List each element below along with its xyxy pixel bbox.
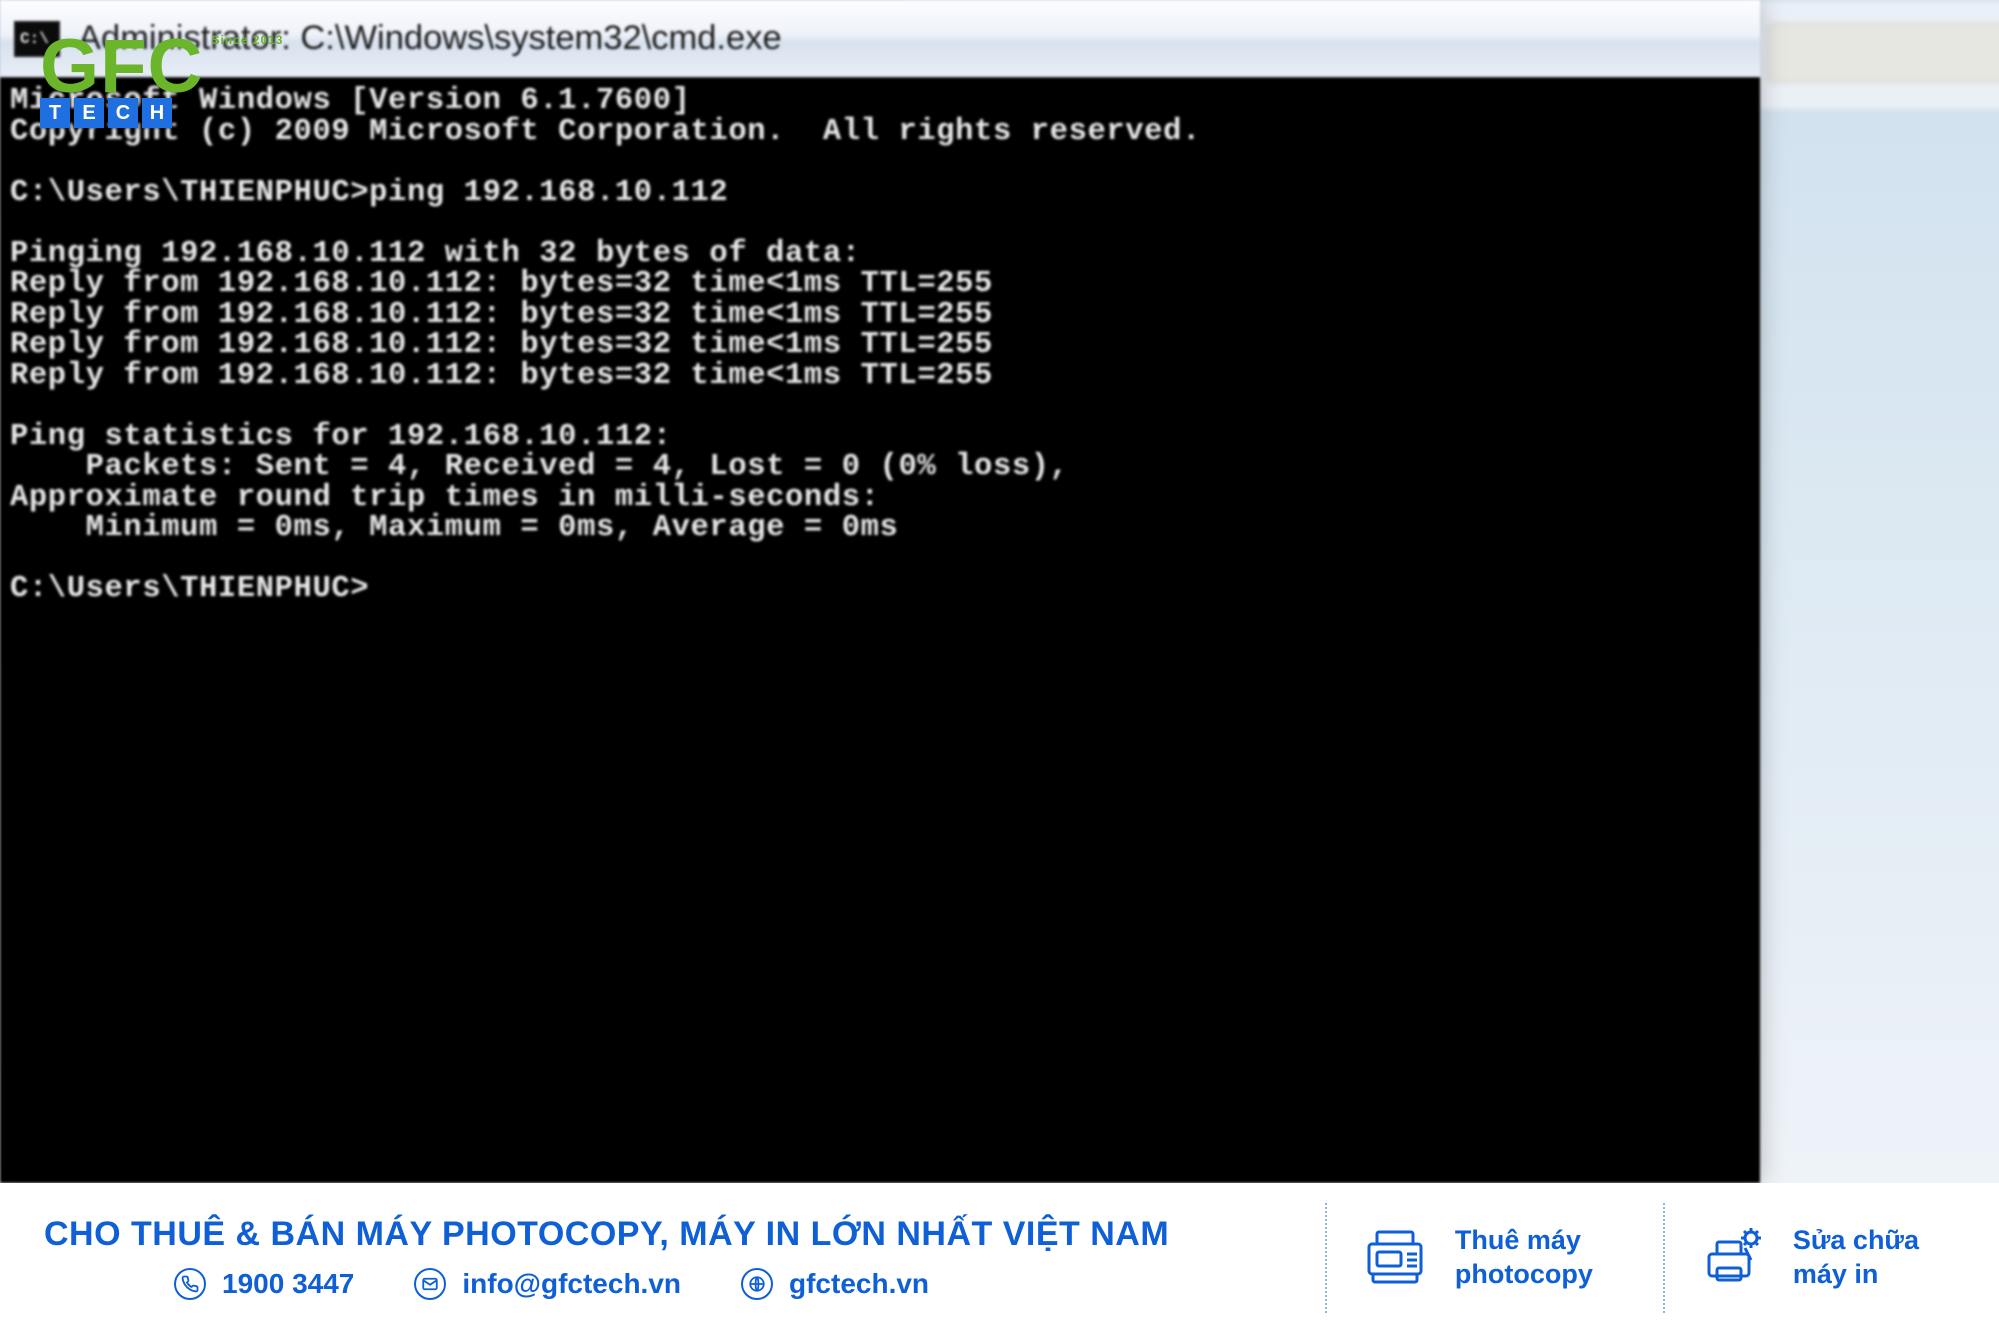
screenshot-stage: Administrator: C:\Windows\system32\cmd.e… (0, 0, 1999, 1183)
printer-repair-icon (1701, 1224, 1765, 1293)
footer-headline: CHO THUÊ & BÁN MÁY PHOTOCOPY, MÁY IN LỚN… (44, 1216, 1291, 1253)
footer-contacts: 1900 3447 info@gfctech.vn gfctech.vn (44, 1268, 1291, 1300)
phone-icon (174, 1268, 206, 1300)
watermark-since: Since 2013 (211, 34, 283, 46)
watermark-logo: GFC Since 2013 TECH (40, 34, 283, 128)
footer-site-text: gfctech.vn (789, 1270, 929, 1298)
watermark-subletter: E (74, 98, 104, 128)
footer-svc1-line1: Thuê máy (1455, 1224, 1593, 1258)
footer-phone-text: 1900 3447 (222, 1270, 354, 1298)
watermark-subletter: H (142, 98, 172, 128)
ad-footer: CHO THUÊ & BÁN MÁY PHOTOCOPY, MÁY IN LỚN… (0, 1183, 1999, 1333)
footer-svc2-line2: máy in (1793, 1258, 1919, 1292)
copier-icon (1363, 1224, 1427, 1293)
footer-email-text: info@gfctech.vn (462, 1270, 681, 1298)
footer-phone[interactable]: 1900 3447 (174, 1268, 354, 1300)
watermark-brand: GFC (40, 37, 203, 96)
footer-service-rent[interactable]: Thuê máy photocopy (1325, 1203, 1629, 1313)
footer-svc2-line1: Sửa chữa (1793, 1224, 1919, 1258)
globe-icon (741, 1268, 773, 1300)
footer-service-repair[interactable]: Sửa chữa máy in (1663, 1203, 1955, 1313)
footer-service-rent-label: Thuê máy photocopy (1455, 1224, 1593, 1292)
cmd-terminal-output[interactable]: Microsoft Windows [Version 6.1.7600] Cop… (0, 78, 1760, 1183)
background-blurred-button (1768, 23, 1999, 83)
footer-service-repair-label: Sửa chữa máy in (1793, 1224, 1919, 1292)
watermark-subletter: C (108, 98, 138, 128)
footer-svc1-line2: photocopy (1455, 1258, 1593, 1292)
mail-icon (414, 1268, 446, 1300)
footer-site[interactable]: gfctech.vn (741, 1268, 929, 1300)
watermark-subletters: TECH (40, 98, 283, 128)
footer-main: CHO THUÊ & BÁN MÁY PHOTOCOPY, MÁY IN LỚN… (44, 1216, 1291, 1299)
cmd-window: Administrator: C:\Windows\system32\cmd.e… (0, 0, 1760, 1183)
footer-email[interactable]: info@gfctech.vn (414, 1268, 681, 1300)
watermark-subletter: T (40, 98, 70, 128)
